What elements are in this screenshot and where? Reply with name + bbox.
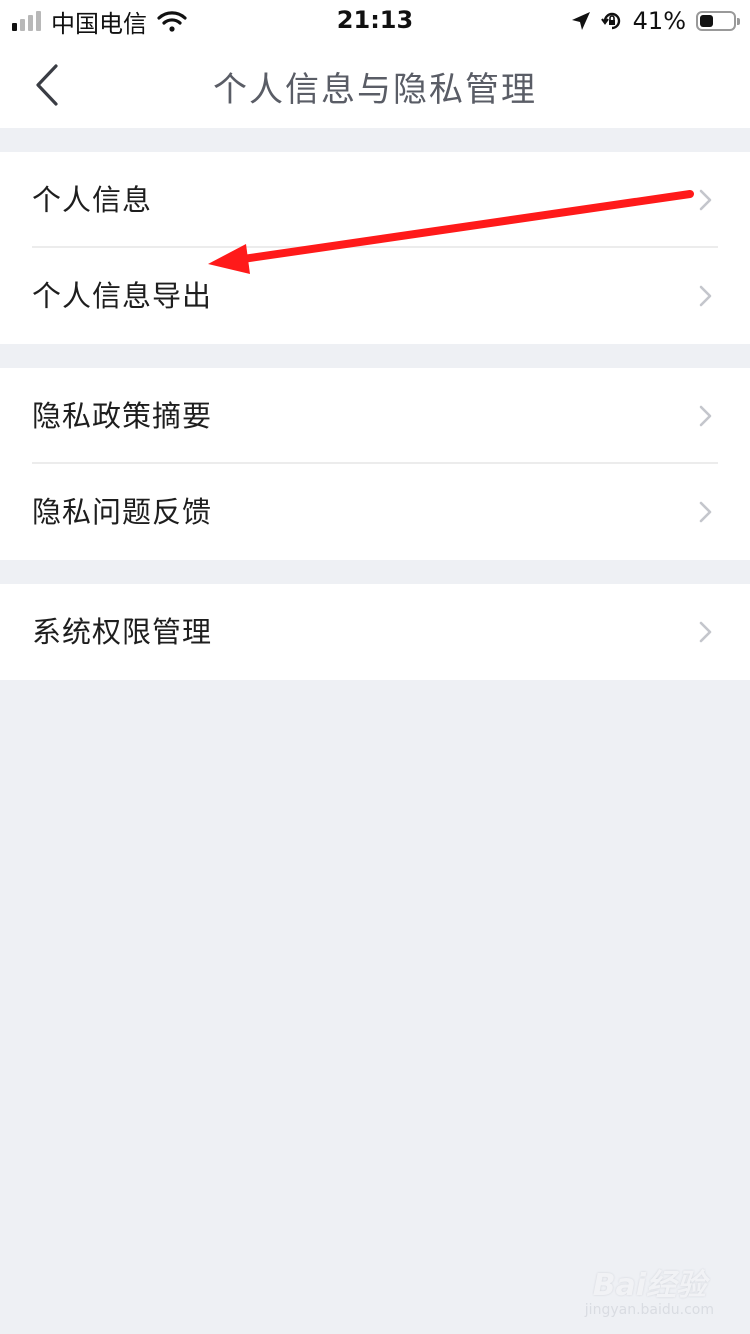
battery-icon [696, 11, 740, 31]
list-item-label: 个人信息 [32, 183, 153, 217]
battery-percent: 41% [632, 7, 686, 35]
list-item-privacy-policy-summary[interactable]: 隐私政策摘要 [0, 368, 750, 464]
battery-fill [700, 15, 713, 27]
list-item-label: 系统权限管理 [32, 615, 213, 649]
status-right: 41% [571, 6, 740, 36]
list-item-privacy-feedback[interactable]: 隐私问题反馈 [0, 464, 750, 560]
battery-tip [737, 18, 740, 25]
list-item-label: 隐私政策摘要 [32, 399, 213, 433]
list-item-label: 个人信息导出 [32, 279, 213, 313]
chevron-right-icon [699, 285, 712, 307]
baidu-jingyan-watermark: Bai经验 jingyan.baidu.com [585, 1260, 714, 1318]
settings-group-3: 系统权限管理 [0, 584, 750, 680]
watermark-url: jingyan.baidu.com [584, 1302, 714, 1318]
chevron-right-icon [699, 189, 712, 211]
list-item-label: 隐私问题反馈 [32, 495, 213, 529]
settings-group-2: 隐私政策摘要 隐私问题反馈 [0, 368, 750, 560]
nav-bar: 个人信息与隐私管理 [0, 42, 750, 128]
rotation-lock-icon [600, 12, 620, 30]
list-item-personal-info[interactable]: 个人信息 [0, 152, 750, 248]
list-item-system-permissions[interactable]: 系统权限管理 [0, 584, 750, 680]
chevron-right-icon [699, 405, 712, 427]
page-title: 个人信息与隐私管理 [213, 70, 537, 110]
watermark-logo: Bai经验 [592, 1268, 707, 1303]
location-arrow-icon [571, 12, 590, 30]
status-bar: 中国电信 21:13 41% [0, 0, 750, 42]
settings-group-1: 个人信息 个人信息导出 [0, 152, 750, 344]
chevron-right-icon [699, 501, 712, 523]
list-item-personal-info-export[interactable]: 个人信息导出 [0, 248, 750, 344]
chevron-right-icon [699, 621, 712, 643]
